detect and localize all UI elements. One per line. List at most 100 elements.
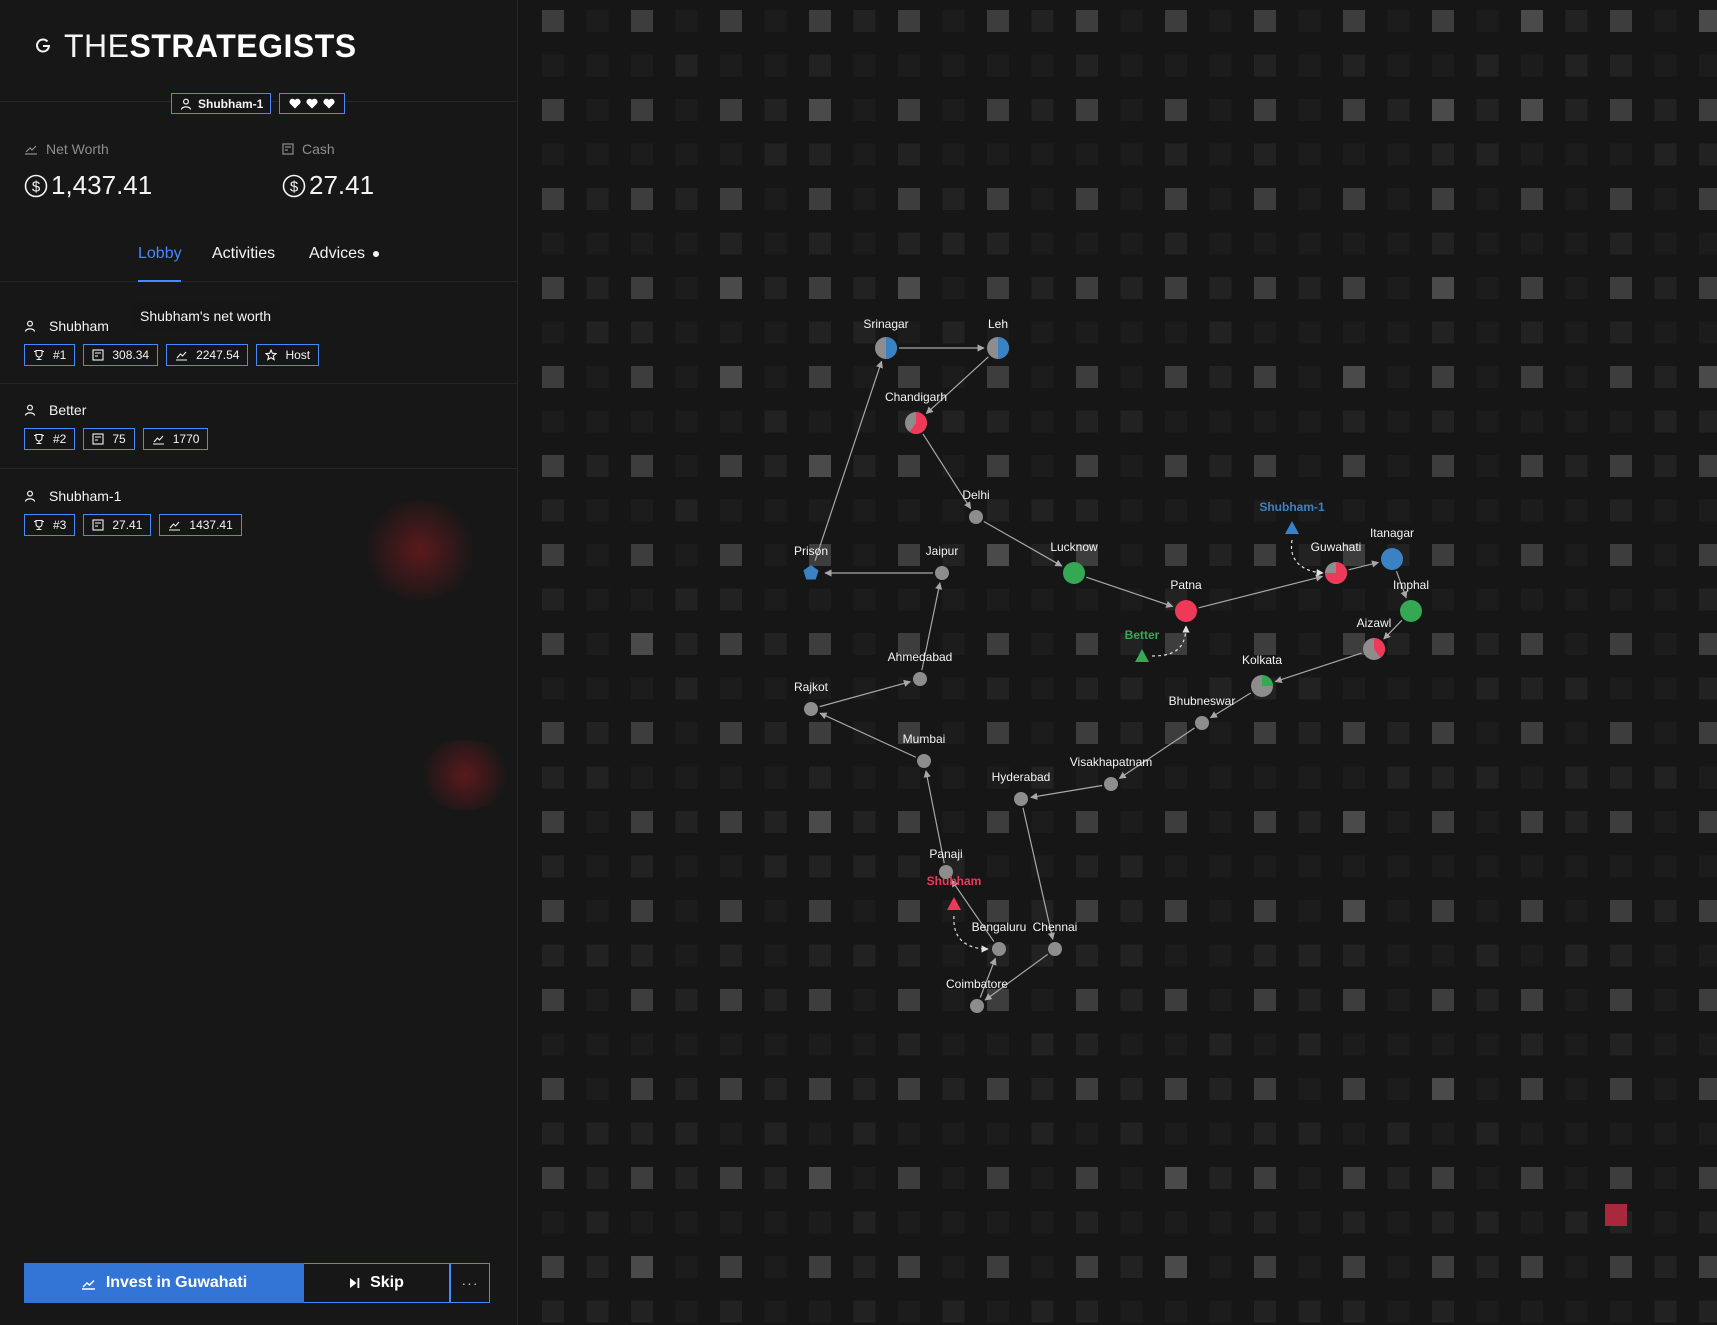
grid-tile <box>1654 1167 1677 1189</box>
grid-tile <box>720 188 742 210</box>
more-options-button[interactable]: ··· <box>450 1263 490 1303</box>
grid-tile <box>1298 54 1321 77</box>
user-icon <box>24 320 36 332</box>
grid-tile <box>764 811 787 833</box>
city-label: Hyderabad <box>992 770 1051 784</box>
grid-tile <box>1699 1300 1717 1323</box>
grid-tile <box>1209 410 1232 433</box>
grid-tile <box>764 1122 787 1145</box>
dollar-icon: $ <box>24 174 48 197</box>
game-map[interactable]: Srinagar Leh Chandigarh Delhi Prison Jaipur Lu… <box>518 0 1717 1325</box>
grid-tile <box>631 1078 653 1100</box>
grid-tile <box>1031 455 1054 477</box>
svg-text:$: $ <box>32 178 41 195</box>
grid-tile <box>1076 855 1098 878</box>
tab-lobby[interactable]: Lobby <box>138 236 182 282</box>
grid-tile <box>1387 1300 1410 1323</box>
grid-tile <box>1699 410 1717 433</box>
grid-tile <box>1254 766 1276 789</box>
grid-tile <box>1476 499 1499 522</box>
grid-tile <box>764 321 787 344</box>
grid-tile <box>1031 277 1054 299</box>
map-canvas[interactable]: Srinagar Leh Chandigarh Delhi Prison Jaipur Lu… <box>518 0 1717 1325</box>
grid-tile <box>720 1300 742 1323</box>
lives-tag <box>279 93 345 114</box>
grid-tile <box>1165 277 1187 299</box>
grid-tile <box>1476 544 1499 566</box>
city-node[interactable]: Delhi <box>962 488 990 524</box>
grid-tile <box>1654 99 1677 121</box>
grid-tile <box>898 99 920 121</box>
skip-icon <box>350 1278 360 1288</box>
cash-tag: 27.41 <box>83 514 152 536</box>
grid-tile <box>1298 1256 1321 1278</box>
city-label: Aizawl <box>1357 616 1392 630</box>
grid-tile <box>1209 900 1232 922</box>
grid-tile <box>1298 1300 1321 1323</box>
grid-tile <box>586 99 609 121</box>
tab-activities[interactable]: Activities <box>212 236 275 282</box>
grid-tile <box>764 588 787 611</box>
grid-tile <box>1565 544 1588 566</box>
grid-tile <box>1432 1211 1454 1234</box>
grid-tile <box>1343 944 1365 967</box>
invest-button[interactable]: Invest in Guwahati <box>24 1263 304 1303</box>
grid-tile <box>1120 855 1143 878</box>
grid-tile <box>1209 1211 1232 1234</box>
heart-icon <box>306 98 318 109</box>
grid-tile <box>1076 54 1098 77</box>
grid-tile <box>898 1300 920 1323</box>
tab-advices[interactable]: Advices <box>309 236 365 282</box>
route-line <box>1274 652 1362 683</box>
grid-tile <box>1254 366 1276 388</box>
grid-tile <box>809 1256 831 1278</box>
grid-tile <box>1476 722 1499 744</box>
grid-tile <box>1565 99 1588 121</box>
grid-tile <box>675 811 698 833</box>
grid-tile <box>1654 944 1677 967</box>
grid-tile <box>1076 232 1098 255</box>
grid-tile <box>1165 1078 1187 1100</box>
grid-tile <box>542 1211 564 1234</box>
action-bar: Invest in Guwahati Skip ··· <box>24 1263 490 1303</box>
grid-tile <box>1521 455 1543 477</box>
grid-tile <box>809 410 831 433</box>
grid-tile <box>675 989 698 1011</box>
grid-tile <box>675 588 698 611</box>
grid-tile <box>898 544 920 566</box>
grid-tile <box>1076 99 1098 121</box>
city-node[interactable]: Chandigarh <box>885 390 947 434</box>
grid-tile <box>942 1033 965 1056</box>
grid-tile <box>1076 588 1098 611</box>
dollar-icon: $ <box>282 174 306 197</box>
grid-tile <box>1254 588 1276 611</box>
grid-tile <box>1165 321 1187 344</box>
grid-tile <box>1699 1256 1717 1278</box>
grid-tile <box>720 277 742 299</box>
grid-tile <box>542 544 564 566</box>
grid-tile <box>720 766 742 789</box>
skip-button[interactable]: Skip <box>304 1263 450 1303</box>
grid-tile <box>764 1300 787 1323</box>
city-label: Leh <box>988 317 1008 331</box>
grid-tile <box>586 1122 609 1145</box>
grid-tile <box>1432 410 1454 433</box>
grid-tile <box>898 188 920 210</box>
grid-tile <box>1298 366 1321 388</box>
player-token[interactable]: Shubham <box>927 874 982 910</box>
city-node[interactable]: Kolkata <box>1242 653 1282 697</box>
grid-tile <box>1120 1078 1143 1100</box>
grid-tile <box>631 99 653 121</box>
grid-tile <box>1654 633 1677 655</box>
grid-tile <box>1387 143 1410 166</box>
grid-tile <box>853 811 876 833</box>
grid-tile <box>1476 677 1499 700</box>
player-row[interactable]: Better #2 75 1770 <box>0 400 518 469</box>
grid-tile <box>1654 410 1677 433</box>
city-node[interactable]: Bengaluru <box>972 920 1027 956</box>
rank-tag: #2 <box>24 428 76 450</box>
city-node[interactable]: Mumbai <box>903 732 946 768</box>
grid-tile <box>764 410 787 433</box>
grid-tile <box>1610 1078 1632 1100</box>
grid-tile <box>1076 1300 1098 1323</box>
